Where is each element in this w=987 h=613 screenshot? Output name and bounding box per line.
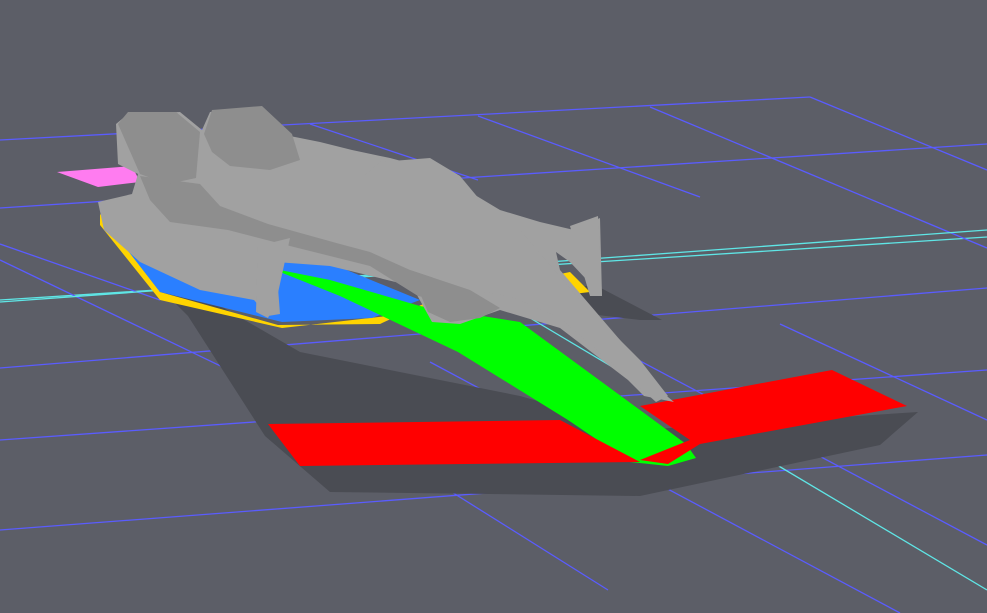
car-model-scene[interactable]: [0, 0, 987, 613]
3d-viewport[interactable]: [0, 0, 987, 613]
